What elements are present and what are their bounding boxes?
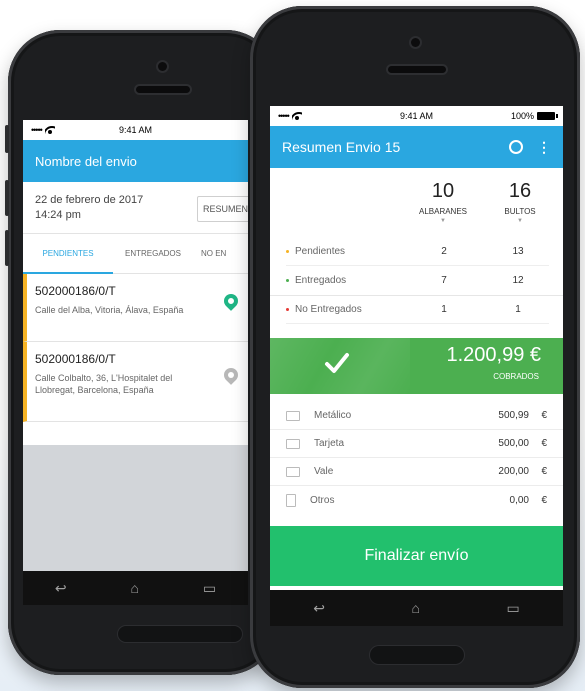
user-location-icon[interactable] <box>509 140 523 154</box>
header-title: Resumen Envio 15 <box>282 139 401 155</box>
summary-row-entregados: Entregados 7 12 <box>286 266 549 294</box>
resumen-button[interactable]: RESUMEN <box>197 196 248 222</box>
shipment-id: 502000186/0/T <box>35 284 116 298</box>
sort-caret-icon[interactable]: ▼ <box>408 218 478 224</box>
finalizar-envio-button[interactable]: Finalizar envío <box>270 526 563 586</box>
status-dot <box>286 278 289 282</box>
payment-currency: € <box>541 410 547 421</box>
screen-right: ••••• 9:41 AM 100% Resumen Envio 15 ⋮ 10… <box>270 106 563 626</box>
albaranes-label: ALBARANES <box>418 207 468 216</box>
android-nav-bar: ↩ ⌂ ▭ <box>270 590 563 626</box>
bultos-label: BULTOS <box>504 207 536 216</box>
speaker-grille <box>388 66 446 73</box>
home-icon[interactable]: ⌂ <box>131 580 139 596</box>
status-dot <box>286 250 289 253</box>
collected-amount: 1.200,99 € <box>446 344 541 366</box>
map-pin-icon[interactable] <box>221 365 241 385</box>
speaker-grille <box>136 86 190 93</box>
home-button[interactable] <box>370 646 464 664</box>
header-title: Nombre del envio <box>35 153 137 169</box>
row-bultos: 12 <box>512 274 524 286</box>
payment-currency: € <box>541 494 547 506</box>
check-icon <box>325 353 349 373</box>
shipment-item[interactable]: 502000186/0/T Calle Colbalto, 36, L'Hosp… <box>23 342 248 422</box>
bultos-total: 16 <box>508 180 532 202</box>
recents-icon[interactable]: ▭ <box>203 580 216 597</box>
row-albaranes: 2 <box>441 246 447 257</box>
payment-currency: € <box>541 438 547 449</box>
shipment-summary: 10 ALBARANES ▼ 16 BULTOS ▼ Pendientes 2 … <box>270 168 563 296</box>
cash-icon <box>286 410 300 421</box>
volume-up-button <box>5 180 9 216</box>
recents-icon[interactable]: ▭ <box>506 600 519 617</box>
status-time: 9:41 AM <box>118 125 153 135</box>
payment-amount: 0,00 <box>509 494 529 506</box>
receipt-icon <box>286 493 296 507</box>
albaranes-total: 10 <box>431 180 455 202</box>
mute-switch <box>5 125 9 153</box>
row-label: Entregados <box>295 274 347 286</box>
row-label: No Entregados <box>295 304 362 315</box>
home-icon[interactable]: ⌂ <box>412 600 420 616</box>
payment-label: Otros <box>310 494 335 506</box>
payment-label: Vale <box>314 466 334 477</box>
shipment-address: Calle del Alba, Vitoria, Álava, España <box>35 305 184 315</box>
summary-row-pendientes: Pendientes 2 13 <box>286 238 549 266</box>
android-nav-bar: ↩ ⌂ ▭ <box>23 571 248 605</box>
payment-label: Metálico <box>314 410 352 421</box>
collected-total-banner: 1.200,99 € COBRADOS <box>270 338 563 394</box>
collected-label: COBRADOS <box>493 372 539 381</box>
row-albaranes: 1 <box>441 304 447 315</box>
sort-caret-icon[interactable]: ▼ <box>485 218 555 224</box>
date-text: 22 de febrero de 2017 <box>35 193 144 206</box>
credit-card-icon <box>286 438 300 449</box>
home-button[interactable] <box>118 626 242 642</box>
app-header: Nombre del envio <box>23 140 248 182</box>
back-icon[interactable]: ↩ <box>313 600 325 617</box>
front-camera <box>411 38 420 47</box>
row-bultos: 1 <box>515 304 521 315</box>
time-text: 14:24 pm <box>35 208 81 221</box>
shipment-id: 502000186/0/T <box>35 352 116 366</box>
battery-percent: 100% <box>510 111 534 121</box>
bultos-column: 16 BULTOS ▼ <box>485 180 555 224</box>
summary-row-no-entregados: No Entregados 1 1 <box>286 296 549 324</box>
front-camera <box>158 62 167 71</box>
payment-amount: 200,00 <box>498 466 529 477</box>
shipment-address: Calle Colbalto, 36, L'Hospitalet del Llo… <box>35 373 173 395</box>
app-header: Resumen Envio 15 ⋮ <box>270 126 563 168</box>
albaranes-column: 10 ALBARANES ▼ <box>408 180 478 224</box>
payment-row-metalico: Metálico 500,99 € <box>270 402 563 430</box>
battery-icon <box>537 112 558 120</box>
payment-row-otros: Otros 0,00 € <box>270 486 563 514</box>
tab-entregados[interactable]: ENTREGADOS <box>113 249 193 258</box>
payment-label: Tarjeta <box>314 438 345 449</box>
status-tabs: PENDIENTES ENTREGADOS NO EN <box>23 234 248 274</box>
payment-currency: € <box>541 466 547 477</box>
payment-amount: 500,99 <box>498 410 529 421</box>
status-bar: ••••• 9:41 AM <box>23 120 248 140</box>
row-albaranes: 7 <box>441 274 447 286</box>
shipment-item[interactable]: 502000186/0/T Calle del Alba, Vitoria, Á… <box>23 274 248 342</box>
back-icon[interactable]: ↩ <box>55 580 67 597</box>
volume-down-button <box>5 230 9 266</box>
row-bultos: 13 <box>512 246 524 257</box>
screen-left: ••••• 9:41 AM Nombre del envio 22 de feb… <box>23 120 248 605</box>
more-options-icon[interactable]: ⋮ <box>537 140 551 154</box>
tab-pendientes[interactable]: PENDIENTES <box>23 249 113 258</box>
payment-amount: 500,00 <box>498 438 529 449</box>
status-bar: ••••• 9:41 AM 100% <box>270 106 563 126</box>
tab-no-entregados[interactable]: NO EN <box>193 249 233 258</box>
row-label: Pendientes <box>295 246 346 257</box>
empty-list-area <box>23 445 248 571</box>
status-dot <box>286 308 289 311</box>
payment-row-vale: Vale 200,00 € <box>270 458 563 486</box>
voucher-icon <box>286 466 300 477</box>
payment-row-tarjeta: Tarjeta 500,00 € <box>270 430 563 458</box>
date-row: 22 de febrero de 2017 14:24 pm RESUMEN <box>23 182 248 234</box>
